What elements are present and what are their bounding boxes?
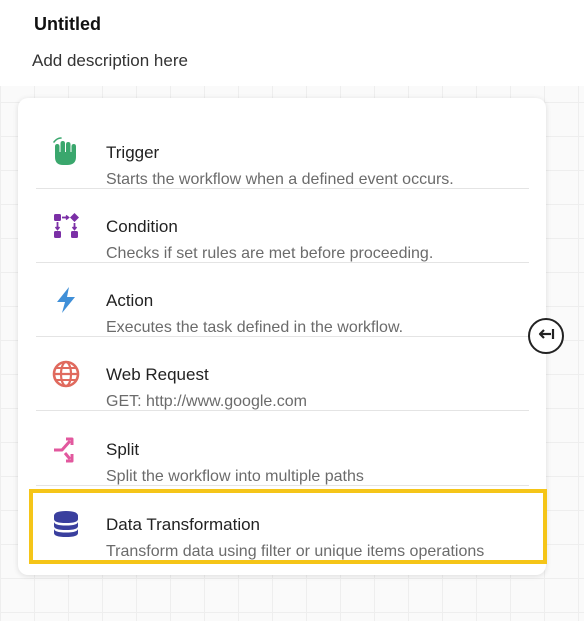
menu-item-data-transformation[interactable]: Data Transformation Transform data using… [36, 486, 529, 560]
menu-item-split[interactable]: Split Split the workflow into multiple p… [36, 411, 529, 486]
globe-icon [50, 358, 82, 390]
menu-item-description: GET: http://www.google.com [106, 393, 307, 410]
node-type-menu: Trigger Starts the workflow when a defin… [18, 98, 546, 575]
collapse-panel-button[interactable] [528, 318, 564, 354]
menu-item-description: Checks if set rules are met before proce… [106, 245, 434, 262]
menu-item-name: Action [106, 291, 154, 310]
split-arrows-icon [50, 433, 82, 465]
menu-item-name: Split [106, 440, 140, 459]
menu-item-description: Starts the workflow when a defined event… [106, 171, 454, 188]
menu-item-trigger[interactable]: Trigger Starts the workflow when a defin… [36, 114, 529, 189]
menu-item-name: Trigger [106, 143, 160, 162]
menu-item-name: Condition [106, 217, 178, 236]
lightning-bolt-icon [50, 284, 82, 316]
menu-item-name: Data Transformation [106, 515, 261, 534]
condition-flow-icon [50, 210, 82, 242]
menu-item-action[interactable]: Action Executes the task defined in the … [36, 262, 529, 337]
workflow-description[interactable]: Add description here [32, 51, 188, 71]
page-header: Untitled Add description here [0, 0, 584, 86]
collapse-left-arrow-icon [537, 327, 555, 346]
database-icon [50, 508, 82, 540]
menu-item-web-request[interactable]: Web Request GET: http://www.google.com [36, 336, 529, 411]
menu-item-description: Executes the task defined in the workflo… [106, 319, 404, 336]
menu-item-description: Split the workflow into multiple paths [106, 468, 364, 485]
workflow-title[interactable]: Untitled [34, 14, 101, 35]
menu-item-name: Web Request [106, 365, 209, 384]
menu-item-description: Transform data using filter or unique it… [106, 543, 485, 560]
menu-item-condition[interactable]: Condition Checks if set rules are met be… [36, 188, 529, 263]
hand-tap-icon [50, 136, 82, 168]
